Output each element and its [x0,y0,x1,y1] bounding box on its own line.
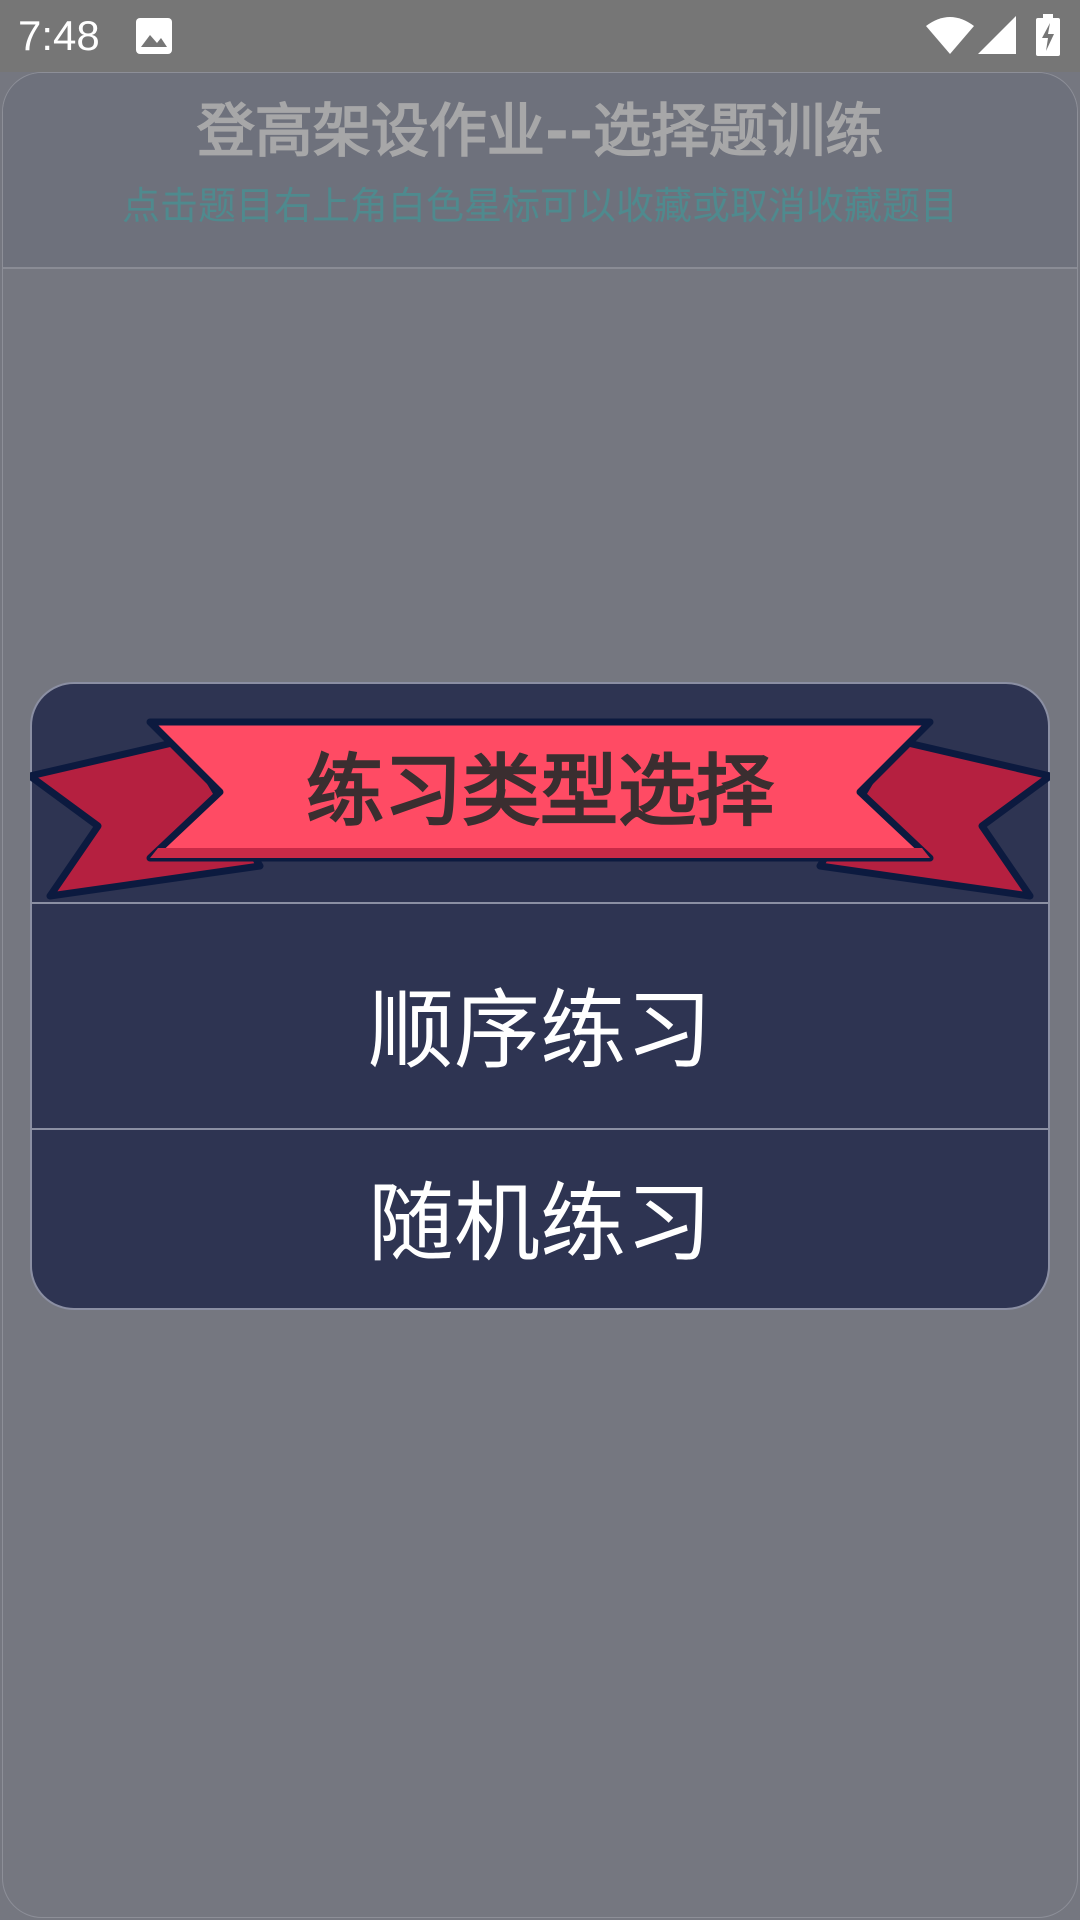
signal-icon [978,16,1016,54]
sequential-practice-button[interactable]: 顺序练习 [30,918,1050,1144]
wifi-icon [926,17,974,54]
battery-charging-icon [1036,14,1060,56]
page-title: 登高架设作业--选择题训练 [196,97,884,165]
status-time: 7:48 [18,12,100,59]
dialog-title: 练习类型选择 [305,747,774,837]
dialog-divider [32,902,1048,904]
sequential-practice-label: 顺序练习 [368,981,712,1081]
random-practice-label: 随机练习 [368,1174,712,1274]
header: 登高架设作业--选择题训练 点击题目右上角白色星标可以收藏或取消收藏题目 [3,73,1077,269]
status-bar: 7:48 [0,0,1080,72]
image-icon [136,18,172,54]
page-subtitle: 点击题目右上角白色星标可以收藏或取消收藏题目 [121,184,958,228]
random-practice-button[interactable]: 随机练习 [30,1126,1050,1310]
